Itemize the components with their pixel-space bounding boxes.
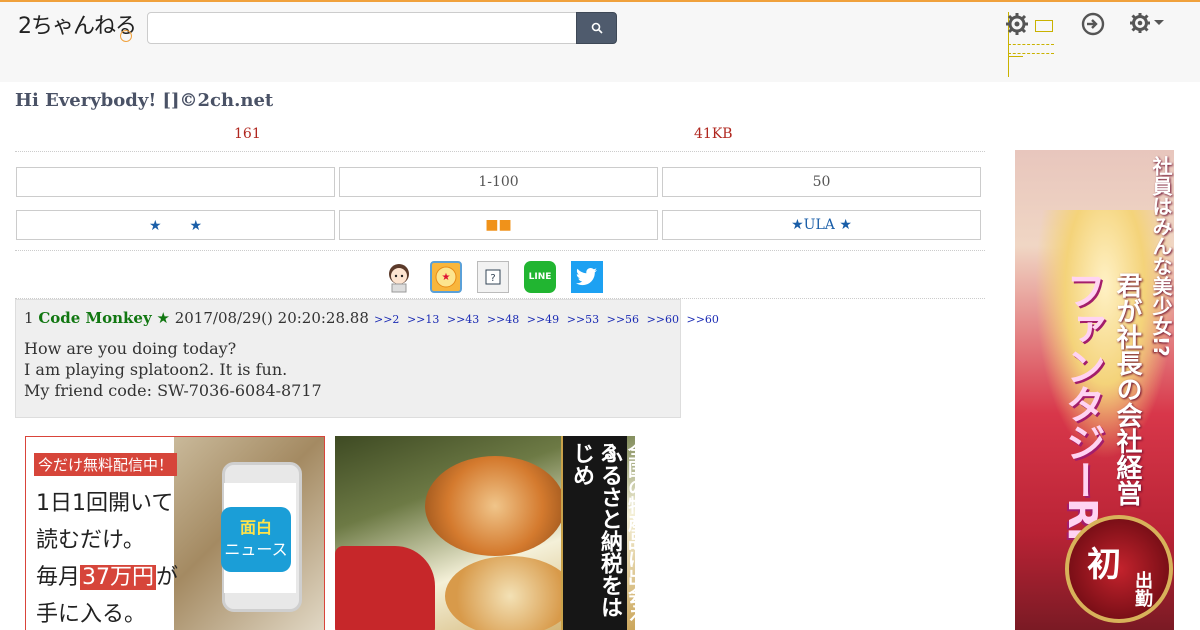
app-subtitle: ニュース [224, 540, 288, 559]
divider [15, 250, 985, 251]
reply-link[interactable]: >>53 [567, 313, 599, 326]
settings-gear-icon[interactable] [1129, 12, 1167, 40]
nav-fav-button[interactable]: ★ ★ [16, 210, 335, 240]
ad-tagline: 社員はみんな美少女!? [1149, 156, 1173, 357]
thread-meta: 161 41KB [15, 124, 985, 152]
search-input[interactable] [147, 12, 577, 44]
ad-line: 手に入る。 [36, 602, 147, 627]
post-line: I am playing splatoon2. It is fun. [24, 360, 288, 379]
ad-line-pre: 毎月 [36, 565, 81, 590]
reply-link[interactable]: >>60 [687, 313, 719, 326]
search-button[interactable] [576, 12, 617, 44]
app-icon[interactable]: ★ [430, 261, 462, 293]
ad-line: 読むだけ。 [36, 528, 145, 553]
post-header: 1 Code Monkey ★ 2017/08/29() 20:20:28.88 [24, 309, 369, 327]
header: 2ちゃんねる [0, 0, 1200, 82]
nav-row-2: ★ ★ ■■ ★ULA ★ [15, 210, 983, 240]
badge-char: 初 [1087, 545, 1121, 585]
news-app-icon: 面白 ニュース [221, 507, 291, 572]
login-icon[interactable] [1081, 12, 1105, 40]
reply-link[interactable]: >>13 [407, 313, 439, 326]
ad-subtitle: 君が社長の会社経営 [1112, 272, 1142, 506]
reply-link[interactable]: >>56 [607, 313, 639, 326]
ad-copy: 1日1回開いて 読むだけ。 毎月37万円が 手に入る。 [36, 485, 178, 630]
gear-icon[interactable] [1005, 12, 1029, 40]
reply-link[interactable]: >>60 [647, 313, 679, 326]
nav-row-1: 1-100 50 [15, 167, 983, 197]
post-line: How are you doing today? [24, 339, 237, 358]
line-icon[interactable]: LINE [524, 261, 556, 293]
app-title: 面白 [239, 518, 272, 537]
ad-line: 毎月37万円が [36, 559, 178, 596]
reply-link[interactable]: >>2 [374, 313, 399, 326]
ad-line: 1日1回開いて [36, 491, 174, 516]
nav-all-button[interactable] [16, 167, 335, 197]
post: 1 Code Monkey ★ 2017/08/29() 20:20:28.88… [15, 299, 719, 418]
post-replies: >>2 >>13 >>43 >>48 >>49 >>53 >>56 >>60 >… [374, 313, 723, 326]
logo-mark-icon [120, 30, 132, 42]
reply-link[interactable]: >>49 [527, 313, 559, 326]
header-icons [1005, 12, 1185, 82]
share-row: ★ ? LINE [383, 261, 613, 293]
ad-free-banner: 今だけ無料配信中！ [34, 453, 178, 476]
post-star: ★ [156, 309, 170, 327]
reply-link[interactable]: >>43 [447, 313, 479, 326]
ad-banner-furusato[interactable]: 全国の特産品に出会える ふるさと納税をはじめ [335, 436, 635, 630]
nav-image-button[interactable]: ■■ [339, 210, 658, 240]
ad-line-post: が [156, 565, 179, 590]
nav-range-button[interactable]: 1-100 [339, 167, 658, 197]
header-sub-line [1008, 44, 1054, 54]
post-body: How are you doing today? I am playing sp… [24, 338, 322, 401]
svg-text:★: ★ [442, 272, 451, 283]
svg-text:?: ? [490, 273, 495, 284]
thread-size: 41KB [694, 126, 733, 142]
nav-ula-button[interactable]: ★ULA ★ [662, 210, 981, 240]
reply-link[interactable]: >>48 [487, 313, 519, 326]
site-logo[interactable]: 2ちゃんねる [18, 8, 137, 42]
twitter-icon[interactable] [571, 261, 603, 293]
ad-banner-news[interactable]: 今だけ無料配信中！ 1日1回開いて 読むだけ。 毎月37万円が 手に入る。 面白… [25, 436, 325, 630]
badge-text: 出勤 [1132, 571, 1153, 607]
ad-highlight: 37万円 [80, 565, 157, 590]
post-author-name: Code Monkey [38, 309, 152, 327]
nav-latest-button[interactable]: 50 [662, 167, 981, 197]
mascot-icon[interactable] [383, 261, 415, 293]
tuna-image [335, 546, 435, 630]
search-icon [591, 22, 603, 34]
ad-vertical-text: ふるさと納税をはじめ [569, 442, 622, 618]
ad-skyscraper-rpg[interactable]: 社員はみんな美少女!? 君が社長の会社経営 ファンタジーRPG 初 出勤 [1015, 150, 1174, 630]
post-number[interactable]: 1 [24, 309, 34, 327]
crab-image [425, 456, 565, 556]
thread-title: Hi Everybody! []©2ch.net [15, 90, 274, 111]
post-line: My friend code: SW-7036-6084-8717 [24, 381, 322, 400]
header-square-icon [1035, 20, 1053, 32]
post-date: 2017/08/29() 20:20:28.88 [174, 309, 369, 327]
help-icon[interactable]: ? [477, 261, 509, 293]
post-count: 161 [234, 126, 261, 142]
logo-text: 2ちゃんねる [18, 14, 137, 39]
seafood-image [445, 556, 575, 630]
first-shift-badge: 初 出勤 [1065, 515, 1173, 623]
